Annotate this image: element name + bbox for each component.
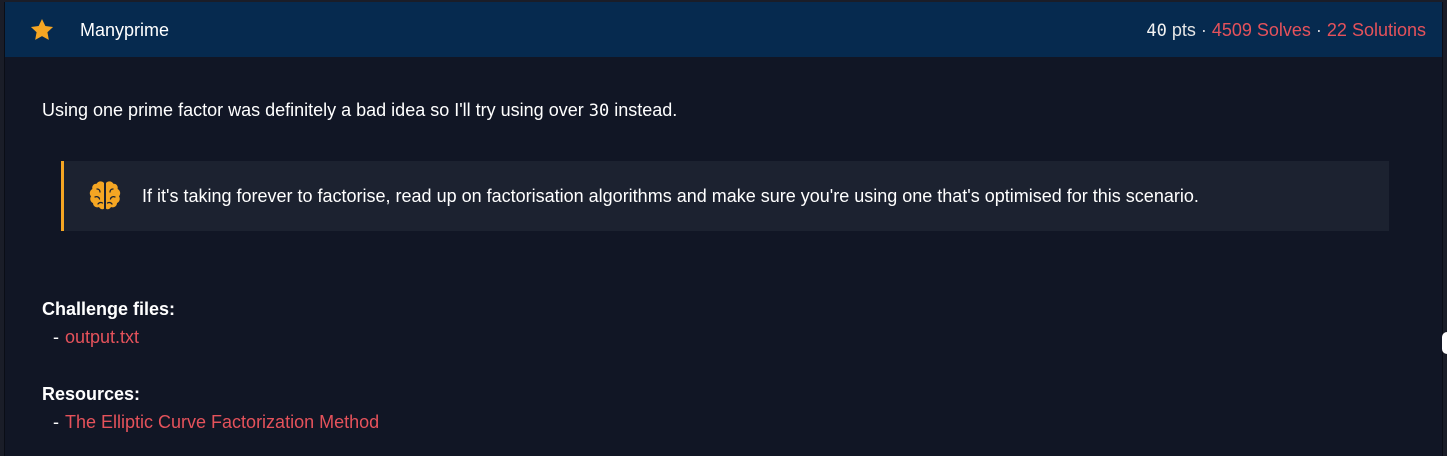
points-unit: pts bbox=[1171, 20, 1196, 40]
file-list-item: - output.txt bbox=[53, 326, 139, 348]
list-dash: - bbox=[53, 412, 59, 432]
solves-link[interactable]: 4509 Solves bbox=[1212, 20, 1311, 40]
description-text: Using one prime factor was definitely a … bbox=[42, 100, 589, 120]
file-link-output[interactable]: output.txt bbox=[65, 327, 139, 347]
challenge-description: Using one prime factor was definitely a … bbox=[42, 99, 677, 122]
challenge-title: Manyprime bbox=[80, 20, 170, 40]
hint-box: If it's taking forever to factorise, rea… bbox=[61, 161, 1389, 231]
challenge-stats: 40 pts · 4509 Solves · 22 Solutions bbox=[1146, 19, 1426, 42]
hint-text: If it's taking forever to factorise, rea… bbox=[142, 186, 1199, 206]
description-number: 30 bbox=[588, 101, 610, 121]
points-value: 40 bbox=[1146, 21, 1167, 41]
list-dash: - bbox=[53, 327, 59, 347]
description-text-end: instead. bbox=[609, 100, 678, 120]
resource-list-item: - The Elliptic Curve Factorization Method bbox=[53, 411, 379, 433]
resource-link-ecm[interactable]: The Elliptic Curve Factorization Method bbox=[65, 412, 379, 432]
challenge-files-heading: Challenge files: bbox=[42, 299, 176, 319]
resources-heading: Resources: bbox=[42, 384, 141, 404]
scroll-handle[interactable] bbox=[1442, 332, 1447, 354]
stats-separator: · bbox=[1200, 20, 1207, 40]
challenge-card: Manyprime 40 pts · 4509 Solves · 22 Solution… bbox=[4, 2, 1443, 456]
brain-icon bbox=[89, 181, 121, 210]
star-icon[interactable] bbox=[29, 17, 55, 43]
challenge-header[interactable]: Manyprime 40 pts · 4509 Solves · 22 Solution… bbox=[5, 2, 1442, 57]
solutions-link[interactable]: 22 Solutions bbox=[1327, 20, 1426, 40]
stats-separator: · bbox=[1315, 20, 1322, 40]
